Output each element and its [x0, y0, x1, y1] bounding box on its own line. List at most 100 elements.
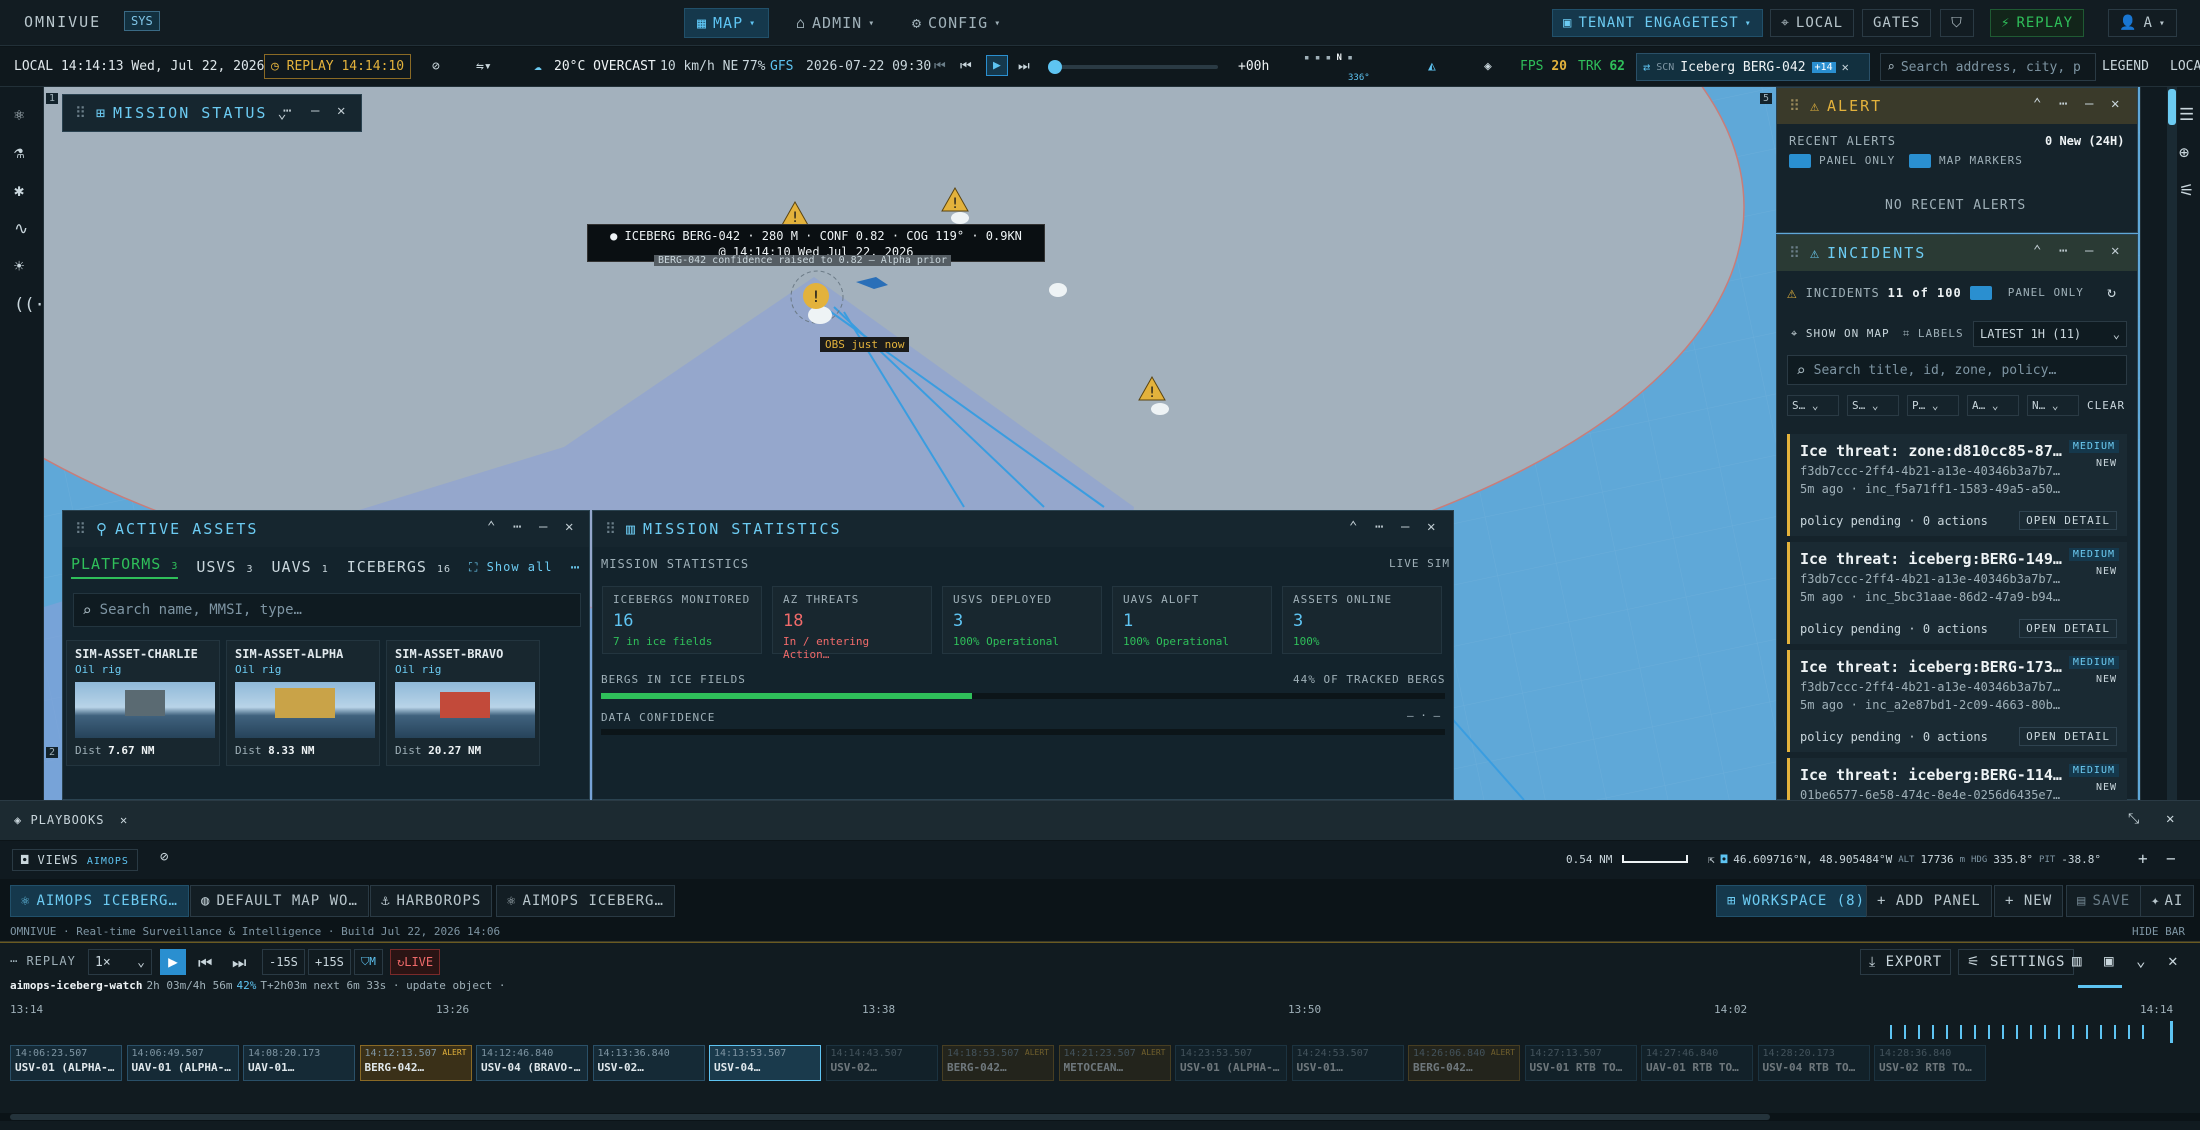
asset-card[interactable]: SIM-ASSET-CHARLIE Oil rig Dist 7.67 NM — [66, 640, 220, 766]
event-chip[interactable]: 14:28:20.173 USV-04 RTB TO… — [1757, 1045, 1870, 1081]
more-icon[interactable]: ⋯ — [570, 558, 580, 576]
collapse-icon[interactable]: ⌃ — [1349, 519, 1357, 535]
more-icon[interactable]: ⋯ — [513, 519, 521, 535]
more-icon[interactable]: ⋯ — [2059, 96, 2067, 112]
close-icon[interactable]: ✕ — [2111, 96, 2119, 112]
refresh-icon[interactable]: ↻ — [2107, 283, 2116, 301]
event-chip[interactable]: 14:27:13.507 USV-01 RTB TO… — [1524, 1045, 1637, 1081]
next-icon[interactable]: ⏭ — [232, 953, 246, 973]
address-search-input[interactable]: Search address, city, p — [1901, 60, 2081, 75]
next-icon[interactable]: ⏭ — [1018, 59, 1030, 74]
navigate-icon[interactable]: ◭ — [1428, 59, 1436, 74]
asset-card[interactable]: SIM-ASSET-ALPHA Oil rig Dist 8.33 NM — [226, 640, 380, 766]
playbooks-tab[interactable]: ◈ PLAYBOOKS — [14, 813, 104, 827]
time-range-select[interactable]: LATEST 1H (11) ⌄ — [1973, 321, 2127, 347]
tab-config[interactable]: ⚙ CONFIG ▾ — [900, 8, 1013, 38]
map-markers-toggle[interactable]: MAP MARKERS — [1909, 154, 2023, 168]
chevron-down-icon[interactable]: ⌄ — [2136, 951, 2146, 970]
event-chip[interactable]: 14:21:23.507 METOCEAN… ALERT — [1058, 1045, 1171, 1081]
legend-button[interactable]: LEGEND — [2102, 59, 2149, 74]
close-icon[interactable]: ✕ — [565, 519, 573, 535]
collapse-icon[interactable]: ⌃ — [2033, 243, 2041, 259]
incident-search[interactable]: ⌕ Search title, id, zone, policy… — [1787, 355, 2127, 385]
pulse-icon[interactable]: ∿ — [14, 219, 28, 239]
close-icon[interactable]: ✕ — [2111, 243, 2119, 259]
event-chip[interactable]: 14:06:23.507 USV-01 (ALPHA-… — [10, 1045, 122, 1081]
minimize-icon[interactable]: — — [539, 519, 547, 535]
close-icon[interactable]: ✕ — [1427, 519, 1435, 535]
mode-button[interactable]: ⛉M — [354, 949, 383, 975]
more-icon[interactable]: ⋯ — [2059, 243, 2067, 259]
event-chip[interactable]: 14:27:46.840 UAV-01 RTB TO… — [1641, 1045, 1753, 1081]
minimize-icon[interactable]: — — [2085, 243, 2093, 259]
tab-map[interactable]: ▦ MAP ▾ — [684, 8, 770, 38]
ai-button[interactable]: ✦ AI — [2140, 885, 2195, 917]
user-menu[interactable]: 👤 A ▾ — [2108, 9, 2177, 37]
tab-admin[interactable]: ⌂ ADMIN ▾ — [784, 8, 887, 38]
tab-icebergs[interactable]: ICEBERGS 16 — [347, 558, 451, 576]
incident-card[interactable]: Ice threat: iceberg:BERG-149… f3db7ccc-2… — [1787, 542, 2127, 644]
zoom-out-icon[interactable]: − — [2166, 849, 2176, 868]
event-chip[interactable]: 14:08:20.173 UAV-01… — [243, 1045, 355, 1081]
drag-handle-icon[interactable]: ⠿ — [1789, 244, 1802, 262]
drag-handle-icon[interactable]: ⠿ — [1789, 97, 1802, 115]
incident-card[interactable]: Ice threat: iceberg:BERG-173… f3db7ccc-2… — [1787, 650, 2127, 752]
event-chip[interactable]: 14:12:46.840 USV-04 (BRAVO-… — [476, 1045, 588, 1081]
fwd-15-button[interactable]: +15S — [308, 949, 351, 975]
speed-select[interactable]: 1× ⌄ — [88, 949, 152, 975]
more-icon[interactable]: ⋯ — [283, 103, 291, 119]
address-search[interactable]: ⌕ Search address, city, p — [1880, 53, 2096, 81]
collapse-icon[interactable]: ⌃ — [2033, 96, 2041, 112]
scrollbar-thumb[interactable] — [2168, 89, 2176, 125]
show-all-button[interactable]: ⛶ Show all — [469, 560, 552, 575]
iceberg-small[interactable] — [1049, 283, 1067, 297]
skip-back-icon[interactable]: ⏮ — [934, 59, 946, 74]
loc-button[interactable]: LOCA — [2170, 59, 2200, 74]
sys-badge[interactable]: SYS — [124, 11, 160, 31]
workspace-button[interactable]: ⊞ WORKSPACE (8) — [1716, 885, 1877, 917]
play-icon[interactable]: ▶ — [160, 949, 186, 975]
filter-select[interactable]: S… ⌄ — [1847, 395, 1899, 416]
filter-select[interactable]: S… ⌄ — [1787, 395, 1839, 416]
replay-button[interactable]: ⚡ REPLAY — [1990, 9, 2085, 37]
crosshair-icon[interactable]: ⊕ — [2179, 143, 2189, 163]
layers-toggle-icon[interactable]: ⇋▾ — [476, 59, 492, 74]
add-panel-button[interactable]: + ADD PANEL — [1866, 885, 1992, 917]
event-chip[interactable]: 14:23:53.507 USV-01 (ALPHA-… — [1175, 1045, 1287, 1081]
workspace-tab[interactable]: ⚛ AIMOPS ICEBERG… — [496, 885, 675, 917]
close-icon[interactable]: ✕ — [1842, 60, 1849, 74]
drag-handle-icon[interactable]: ⠿ — [75, 104, 88, 122]
views-button[interactable]: ◘ VIEWS AIMOPS — [12, 849, 138, 871]
event-chip[interactable]: 14:13:53.507 USV-04… — [709, 1045, 821, 1081]
network-icon[interactable]: ⚛ — [14, 105, 24, 125]
flask-icon[interactable]: ⚗ — [14, 143, 24, 163]
local-button[interactable]: ⌖ LOCAL — [1770, 9, 1855, 37]
close-icon[interactable]: ✕ — [2166, 811, 2174, 827]
asset-search-input[interactable]: Search name, MMSI, type… — [100, 602, 302, 618]
incident-search-input[interactable]: Search title, id, zone, policy… — [1814, 363, 2057, 378]
save-button[interactable]: ▤ SAVE — [2066, 885, 2142, 917]
workspace-tab[interactable]: ⚛ AIMOPS ICEBERG… — [10, 885, 189, 917]
stack-icon[interactable]: ◈ — [1484, 59, 1492, 74]
replay-clock[interactable]: ◷ REPLAY 14:14:10 — [264, 54, 412, 79]
panel-only-toggle[interactable]: PANEL ONLY — [1789, 154, 1895, 168]
event-chip[interactable]: 14:13:36.840 USV-02… — [592, 1045, 705, 1081]
scenario-chip[interactable]: ⇄ SCN Iceberg BERG-042 +14 ✕ — [1636, 53, 1870, 81]
filter-select[interactable]: P… ⌄ — [1907, 395, 1959, 416]
slider-thumb[interactable] — [1048, 60, 1062, 74]
forecast-slider[interactable] — [1048, 60, 1218, 74]
panel-icon[interactable]: ▣ — [2104, 951, 2114, 970]
events-scrollbar[interactable] — [0, 1113, 2200, 1121]
scrollbar-thumb[interactable] — [10, 1114, 1770, 1120]
gates-button[interactable]: GATES — [1862, 9, 1932, 37]
drag-handle-icon[interactable]: ⠿ — [75, 520, 88, 538]
settings-button[interactable]: ⚟ SETTINGS — [1958, 949, 2075, 975]
collapse-icon[interactable]: ⌃ — [487, 519, 495, 535]
filter-select[interactable]: N… ⌄ — [2027, 395, 2079, 416]
tab-usvs[interactable]: USVS 3 — [196, 558, 253, 576]
compass-icon[interactable]: ⊘ — [160, 849, 168, 865]
event-chip[interactable]: 14:14:43.507 USV-02… — [825, 1045, 938, 1081]
play-icon[interactable]: ▶ — [986, 55, 1008, 76]
columns-icon[interactable]: ▥ — [2072, 951, 2082, 970]
more-icon[interactable]: ⋯ — [1375, 519, 1383, 535]
